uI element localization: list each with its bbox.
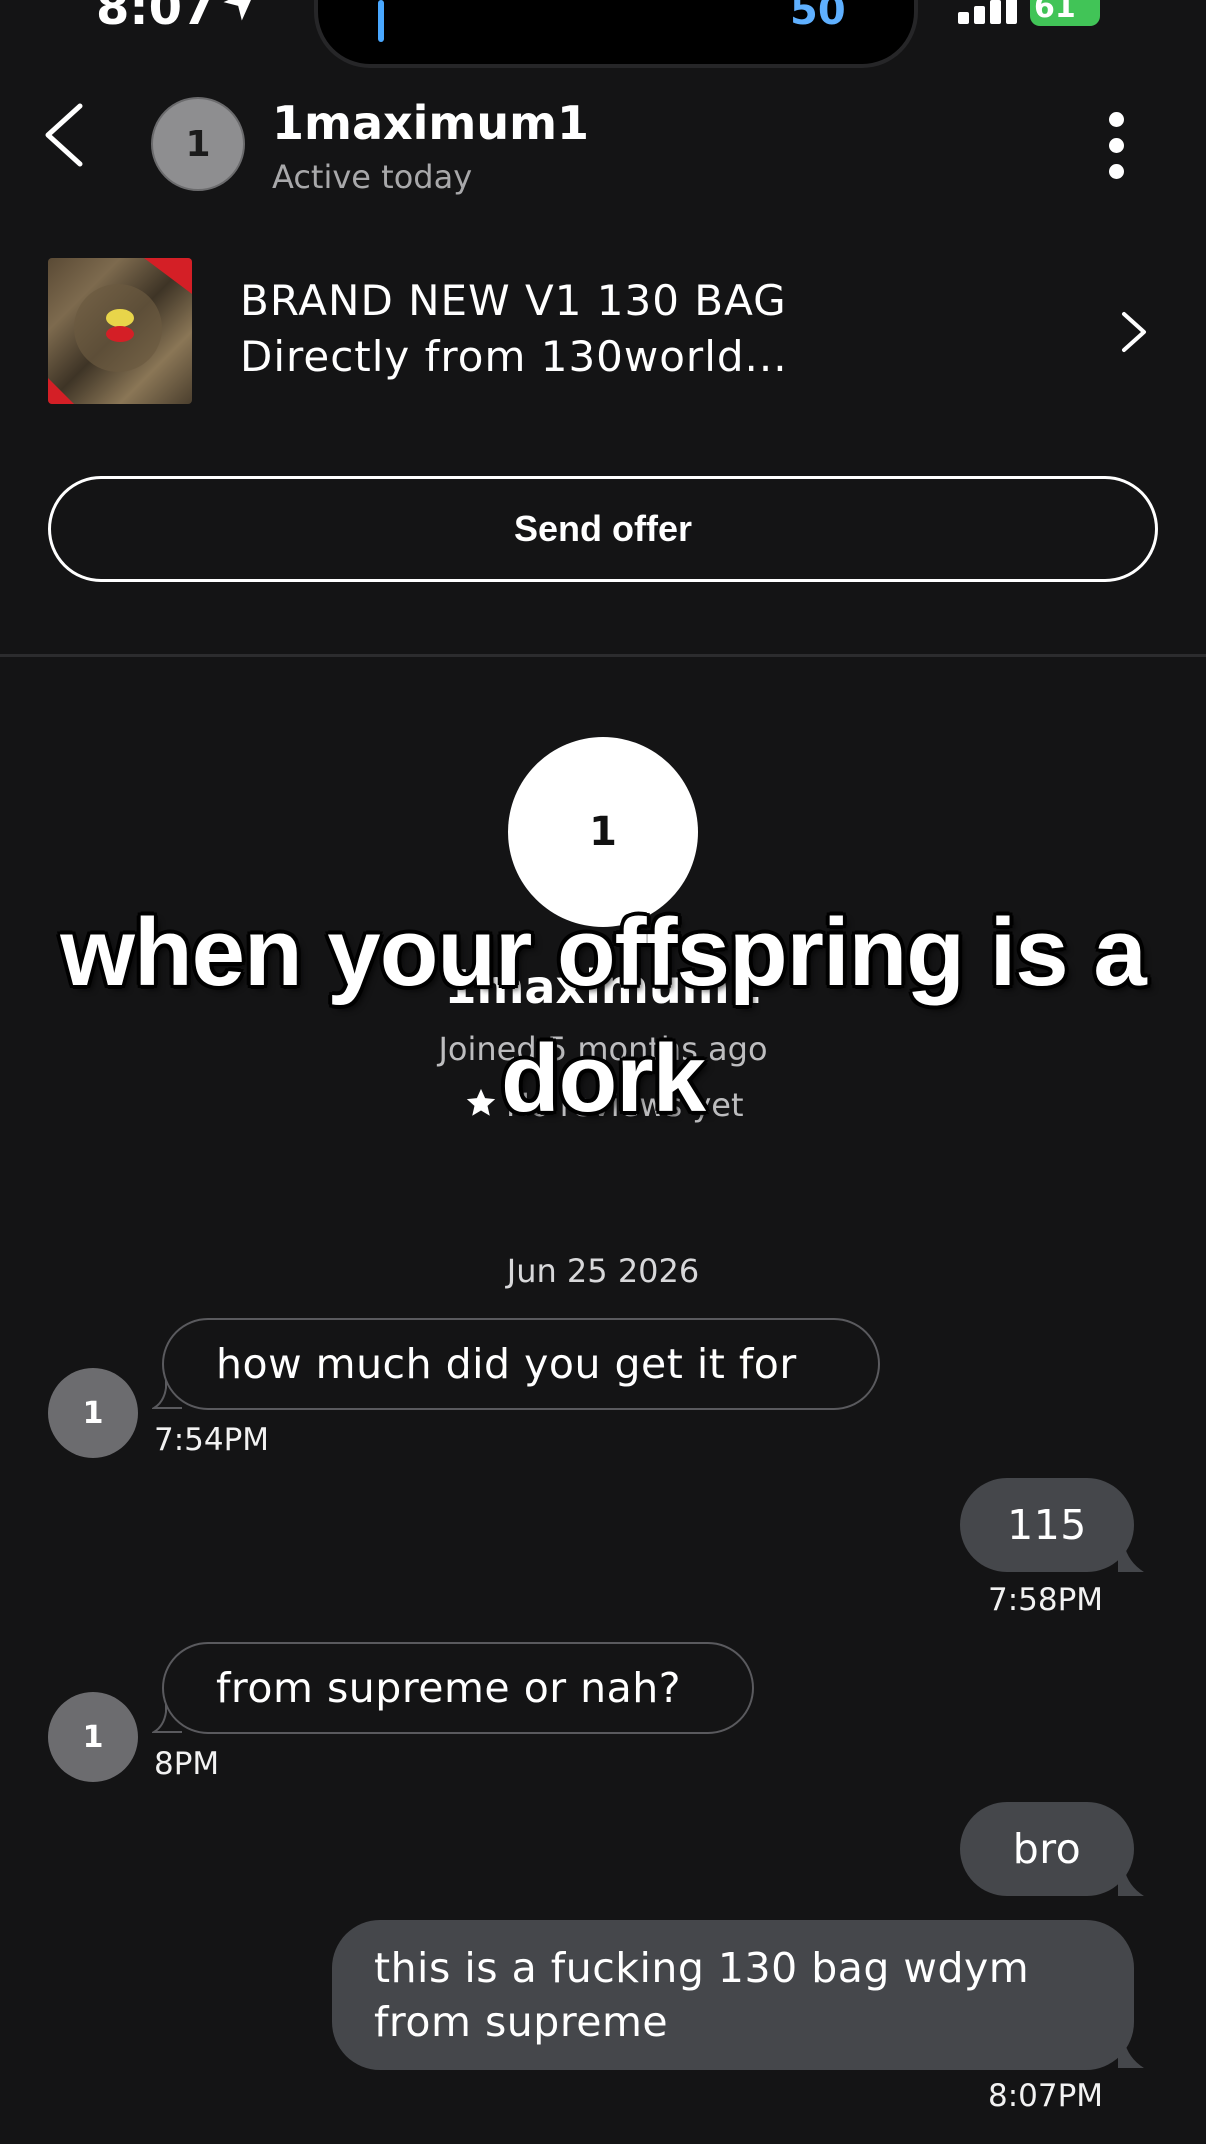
send-offer-button[interactable]: Send offer xyxy=(48,476,1158,582)
bubble-tail xyxy=(1118,1868,1144,1896)
caption-line-1: when your offspring is a xyxy=(60,899,1146,1006)
active-status: Active today xyxy=(272,158,473,196)
more-vertical-icon[interactable] xyxy=(1103,110,1131,180)
battery-level: 61 xyxy=(1034,0,1076,25)
chevron-right-icon[interactable] xyxy=(1118,310,1148,354)
message-text: bro xyxy=(1012,1825,1082,1873)
island-indicator xyxy=(378,0,384,42)
listing-subtitle[interactable]: Directly from 130world... xyxy=(240,332,788,381)
message-text: 115 xyxy=(1007,1501,1087,1549)
avatar[interactable]: 1 xyxy=(151,97,245,191)
message-text-line-1: this is a fucking 130 bag wdym xyxy=(374,1944,1030,1992)
location-arrow-icon xyxy=(223,0,251,21)
bubble-tail xyxy=(1118,2040,1144,2068)
divider xyxy=(0,654,1206,657)
signal-icon xyxy=(958,0,1017,24)
message-text-line-2: from supreme xyxy=(374,1998,669,2046)
message-time: 7:54PM xyxy=(154,1422,270,1458)
avatar[interactable]: 1 xyxy=(48,1692,138,1782)
listing-thumbnail[interactable] xyxy=(48,258,192,404)
message-bubble[interactable]: this is a fucking 130 bag wdym from supr… xyxy=(332,1920,1134,2070)
status-time: 8:07 xyxy=(96,0,216,36)
message-text: from supreme or nah? xyxy=(216,1664,682,1712)
message-bubble[interactable]: from supreme or nah? xyxy=(162,1642,754,1734)
caption-line-2: dork xyxy=(500,1025,706,1132)
message-bubble[interactable]: how much did you get it for xyxy=(162,1318,880,1410)
message-bubble[interactable]: 115 xyxy=(960,1478,1134,1572)
date-separator: Jun 25 2026 xyxy=(506,1252,700,1290)
listing-title[interactable]: BRAND NEW V1 130 BAG xyxy=(240,276,787,325)
message-time: 8PM xyxy=(154,1746,220,1782)
page-title[interactable]: 1maximum1 xyxy=(272,96,589,150)
message-time: 7:58PM xyxy=(988,1582,1104,1618)
message-bubble[interactable]: bro xyxy=(960,1802,1134,1896)
back-chevron-icon[interactable] xyxy=(42,100,86,170)
bubble-tail xyxy=(1118,1544,1144,1572)
message-text: how much did you get it for xyxy=(216,1340,797,1388)
avatar[interactable]: 1 xyxy=(48,1368,138,1458)
island-text: 50 xyxy=(790,0,846,34)
message-time: 8:07PM xyxy=(988,2078,1104,2114)
